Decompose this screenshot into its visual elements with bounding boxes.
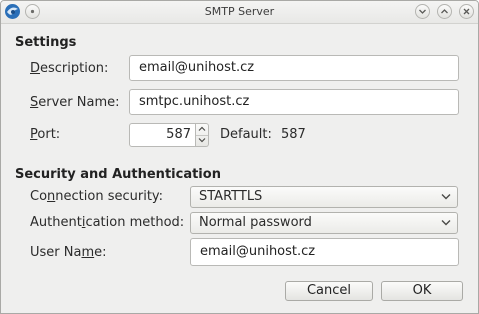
connection-security-label: Connection security: xyxy=(30,189,164,204)
user-name-label: User Name: xyxy=(30,245,107,260)
default-port-value: 587 xyxy=(281,127,306,142)
window-title: SMTP Server xyxy=(204,5,275,18)
port-decrement-button[interactable] xyxy=(196,135,208,146)
minimize-icon xyxy=(419,9,426,14)
chevron-down-icon xyxy=(198,138,206,143)
title-bar[interactable]: SMTP Server xyxy=(1,1,478,24)
port-label: Port: xyxy=(30,127,61,142)
maximize-button[interactable] xyxy=(437,4,452,19)
user-name-input[interactable]: email@unihost.cz xyxy=(190,238,459,266)
ok-button[interactable]: OK xyxy=(381,281,463,301)
description-input[interactable]: email@unihost.cz xyxy=(129,55,459,81)
chevron-up-icon xyxy=(198,126,206,131)
port-input[interactable]: 587 xyxy=(129,123,196,147)
default-port-label: Default: xyxy=(220,127,272,142)
close-button[interactable] xyxy=(459,4,474,19)
connection-security-value: STARTTLS xyxy=(199,189,263,204)
maximize-icon xyxy=(441,9,448,14)
port-stepper[interactable] xyxy=(196,123,209,147)
server-name-input[interactable]: smtpc.unihost.cz xyxy=(129,89,459,115)
cancel-button[interactable]: Cancel xyxy=(285,281,373,301)
security-heading: Security and Authentication xyxy=(15,167,221,182)
connection-security-select[interactable]: STARTTLS xyxy=(190,186,458,208)
close-icon xyxy=(463,8,470,15)
chevron-down-icon xyxy=(441,220,451,226)
authentication-method-value: Normal password xyxy=(199,215,312,230)
smtp-server-dialog: SMTP Server Settings Description: email@… xyxy=(0,0,479,314)
authentication-method-label: Authentication method: xyxy=(30,215,185,230)
settings-heading: Settings xyxy=(15,35,77,50)
server-name-label: Server Name: xyxy=(30,95,120,110)
minimize-button[interactable] xyxy=(415,4,430,19)
authentication-method-select[interactable]: Normal password xyxy=(190,212,458,234)
description-label: Description: xyxy=(30,61,109,76)
chevron-down-icon xyxy=(441,194,451,200)
